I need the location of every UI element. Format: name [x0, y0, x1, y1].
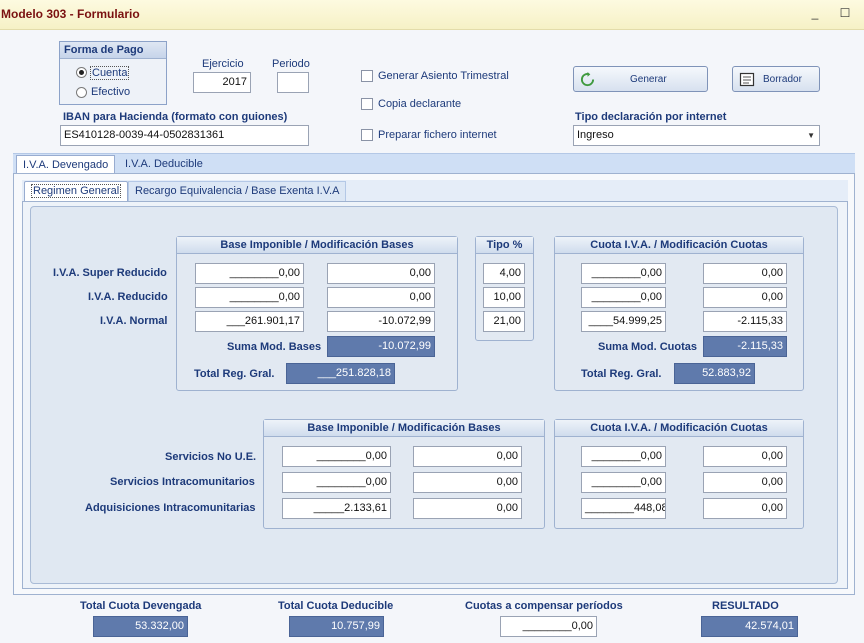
mod-base-adquisiciones-intracomunitarias[interactable]: 0,00 [413, 498, 522, 519]
ejercicio-label: Ejercicio [202, 58, 244, 70]
copia-declarante-checkbox[interactable] [361, 98, 373, 110]
radio-efectivo[interactable] [76, 87, 87, 98]
cuotas-compensar-field[interactable]: ________0,00 [500, 616, 597, 637]
mod-cuota-adquisiciones-intracomunitarias[interactable]: 0,00 [703, 498, 787, 519]
mod-cuota-super-reducido[interactable]: 0,00 [703, 263, 787, 284]
base-reducido[interactable]: ________0,00 [195, 287, 304, 308]
cuota-reducido[interactable]: ________0,00 [581, 287, 666, 308]
mod-cuota-normal[interactable]: -2.115,33 [703, 311, 787, 332]
resultado-value: 42.574,01 [701, 616, 798, 637]
mod-cuota-servicios-no-ue[interactable]: 0,00 [703, 446, 787, 467]
base-normal[interactable]: ___261.901,17 [195, 311, 304, 332]
suma-mod-bases-value: -10.072,99 [327, 336, 435, 357]
periodo-field[interactable] [277, 72, 309, 93]
maximize-icon[interactable]: ☐ [838, 6, 852, 20]
preparar-fichero-checkbox[interactable] [361, 129, 373, 141]
cuota-panel-header: Cuota I.V.A. / Modificación Cuotas [555, 237, 803, 254]
generar-asiento-checkbox[interactable] [361, 70, 373, 82]
iban-field[interactable]: ES410128-0039-44-0502831361 [60, 125, 309, 146]
radio-efectivo-label[interactable]: Efectivo [91, 86, 130, 98]
suma-mod-bases-label: Suma Mod. Bases [227, 341, 322, 353]
forma-pago-title: Forma de Pago [60, 42, 166, 59]
generar-asiento-label: Generar Asiento Trimestral [378, 70, 509, 82]
tab-recargo-equivalencia[interactable]: Recargo Equivalencia / Base Exenta I.V.A [128, 181, 347, 201]
total-base-value: ___251.828,18 [286, 363, 395, 384]
cuota-super-reducido[interactable]: ________0,00 [581, 263, 666, 284]
cuotas-compensar-label: Cuotas a compensar períodos [465, 600, 623, 612]
cuota-servicios-no-ue[interactable]: ________0,00 [581, 446, 666, 467]
mod-cuota-reducido[interactable]: 0,00 [703, 287, 787, 308]
resultado-label: RESULTADO [712, 600, 779, 612]
generar-button[interactable]: Generar [573, 66, 708, 92]
tipo-declaracion-select[interactable]: Ingreso ▼ [573, 125, 820, 146]
mod-base-reducido[interactable]: 0,00 [327, 287, 435, 308]
row-label-normal: I.V.A. Normal [100, 315, 168, 327]
minimize-icon[interactable]: _ [808, 6, 822, 20]
chevron-down-icon[interactable]: ▼ [807, 126, 815, 145]
mod-base-normal[interactable]: -10.072,99 [327, 311, 435, 332]
base-panel-header: Base Imponible / Modificación Bases [177, 237, 457, 254]
total-cuota-devengada-value: 53.332,00 [93, 616, 188, 637]
ejercicio-field[interactable]: 2017 [193, 72, 251, 93]
base-panel-2-header: Base Imponible / Modificación Bases [264, 420, 544, 437]
row-label-servicios-intracomunitarios: Servicios Intracomunitarios [110, 476, 255, 488]
tipo-declaracion-label: Tipo declaración por internet [575, 111, 727, 123]
base-adquisiciones-intracomunitarias[interactable]: _____2.133,61 [282, 498, 391, 519]
draft-document-icon [739, 72, 755, 87]
tipo-super-reducido[interactable]: 4,00 [483, 263, 525, 284]
tipo-panel-header: Tipo % [476, 237, 533, 254]
generar-label: Generar [630, 74, 667, 85]
radio-cuenta[interactable] [76, 67, 87, 78]
suma-mod-cuotas-value: -2.115,33 [703, 336, 787, 357]
tab-regimen-general-label: Regimen General [31, 184, 122, 198]
total-cuota-deducible-value: 10.757,99 [289, 616, 384, 637]
mod-cuota-servicios-intracomunitarios[interactable]: 0,00 [703, 472, 787, 493]
cuota-adquisiciones-intracomunitarias[interactable]: ________448,08 [581, 498, 666, 519]
row-label-reducido: I.V.A. Reducido [88, 291, 168, 303]
base-servicios-no-ue[interactable]: ________0,00 [282, 446, 391, 467]
iban-label: IBAN para Hacienda (formato con guiones) [63, 111, 288, 123]
tab-iva-deducible[interactable]: I.V.A. Deducible [119, 155, 209, 175]
tab-regimen-general[interactable]: Regimen General [24, 181, 129, 201]
total-cuota-value: 52.883,92 [674, 363, 755, 384]
row-label-adquisiciones-intracomunitarias: Adquisiciones Intracomunitarias [85, 502, 256, 514]
cuota-panel-2-header: Cuota I.V.A. / Modificación Cuotas [555, 420, 803, 437]
cuota-servicios-intracomunitarios[interactable]: ________0,00 [581, 472, 666, 493]
tipo-normal[interactable]: 21,00 [483, 311, 525, 332]
row-label-super-reducido: I.V.A. Super Reducido [53, 267, 167, 279]
total-base-label: Total Reg. Gral. [194, 368, 275, 380]
tipo-reducido[interactable]: 10,00 [483, 287, 525, 308]
refresh-icon [580, 72, 595, 87]
base-super-reducido[interactable]: ________0,00 [195, 263, 304, 284]
window-title: Modelo 303 - Formulario [1, 7, 140, 21]
copia-declarante-label: Copia declarante [378, 98, 462, 110]
total-cuota-deducible-label: Total Cuota Deducible [278, 600, 394, 612]
preparar-fichero-label: Preparar fichero internet [378, 129, 497, 141]
forma-pago-group: Forma de Pago Cuenta Efectivo [59, 41, 167, 105]
radio-cuenta-label[interactable]: Cuenta [90, 66, 130, 80]
total-cuota-devengada-label: Total Cuota Devengada [80, 600, 202, 612]
base-servicios-intracomunitarios[interactable]: ________0,00 [282, 472, 391, 493]
mod-base-servicios-intracomunitarios[interactable]: 0,00 [413, 472, 522, 493]
mod-base-servicios-no-ue[interactable]: 0,00 [413, 446, 522, 467]
borrador-button[interactable]: Borrador [732, 66, 820, 92]
periodo-label: Periodo [272, 58, 310, 70]
suma-mod-cuotas-label: Suma Mod. Cuotas [598, 341, 698, 353]
mod-base-super-reducido[interactable]: 0,00 [327, 263, 435, 284]
row-label-servicios-no-ue: Servicios No U.E. [165, 451, 257, 463]
cuota-normal[interactable]: ____54.999,25 [581, 311, 666, 332]
tab-iva-devengado[interactable]: I.V.A. Devengado [16, 155, 116, 175]
total-cuota-label: Total Reg. Gral. [581, 368, 662, 380]
tipo-declaracion-value: Ingreso [577, 129, 614, 141]
borrador-label: Borrador [763, 74, 802, 85]
